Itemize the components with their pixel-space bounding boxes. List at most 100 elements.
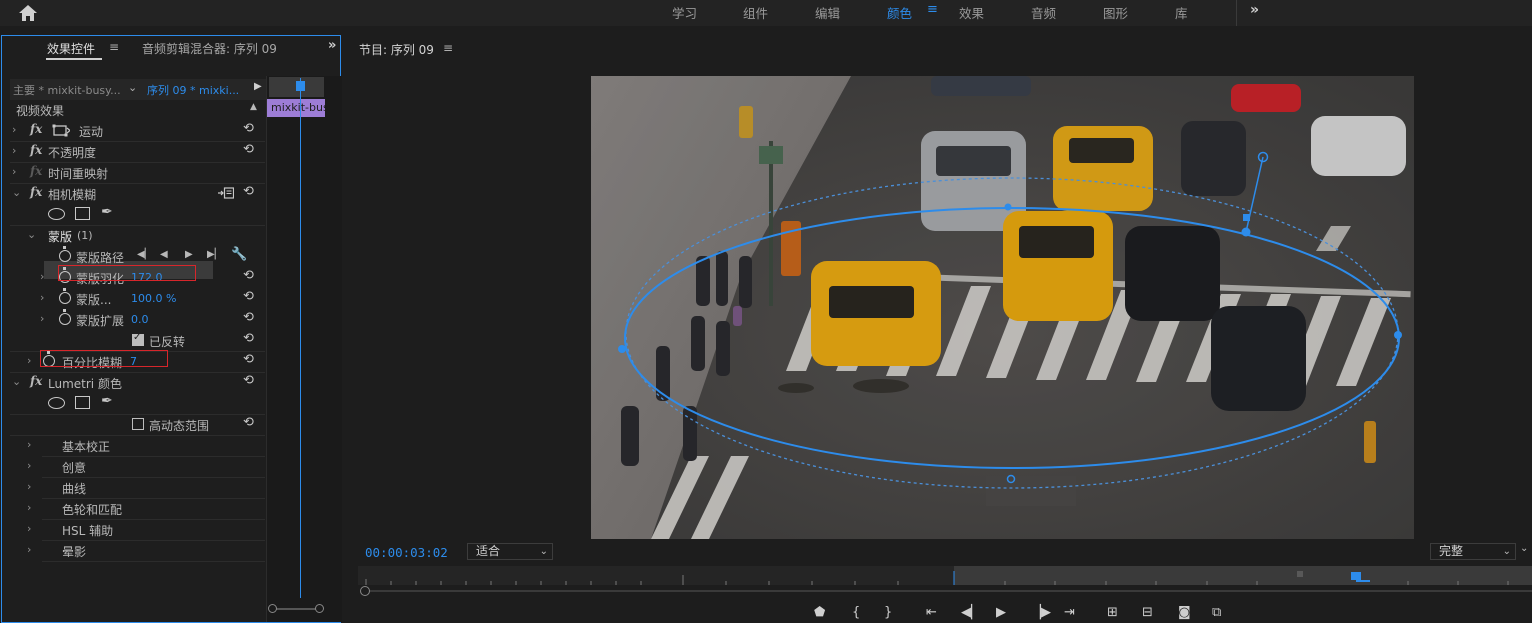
reset-icon[interactable]: ⟲ — [243, 331, 254, 346]
effect-row-camera-blur[interactable]: ⌄ fx 相机模糊 ⟲ — [2, 183, 266, 204]
step-forward-icon[interactable]: ▕▶ — [1031, 605, 1051, 620]
master-clip-label[interactable]: 主要 * mixkit-busy... — [13, 82, 121, 98]
chevron-right-icon[interactable]: › — [27, 501, 31, 514]
effect-row-opacity[interactable]: › fx 不透明度 ⟲ — [2, 141, 266, 162]
mask-expansion-row[interactable]: › 蒙版扩展 0.0 ⟲ — [2, 309, 266, 330]
reset-icon[interactable]: ⟲ — [243, 142, 254, 157]
monitor-playhead[interactable] — [1351, 572, 1361, 580]
workspace-tab-audio[interactable]: 音频 — [1031, 3, 1056, 22]
chevron-right-icon[interactable]: › — [40, 270, 44, 283]
effect-row-time-remap[interactable]: › fx 时间重映射 — [2, 162, 266, 183]
chevron-right-icon[interactable]: › — [27, 438, 31, 451]
ellipse-mask-icon[interactable] — [48, 397, 65, 409]
play-icon[interactable]: ▶ — [996, 605, 1006, 620]
transform-icon[interactable] — [52, 124, 70, 137]
playhead-handle[interactable] — [296, 81, 305, 91]
chevron-right-icon[interactable]: › — [12, 144, 16, 157]
chevron-down-icon[interactable]: ⌄ — [27, 228, 36, 241]
home-icon[interactable] — [18, 4, 38, 22]
program-monitor-title[interactable]: 节目: 序列 09 — [359, 41, 434, 58]
lumetri-basic-correction-row[interactable]: › 基本校正 — [2, 435, 266, 456]
effect-row-motion[interactable]: › fx 运动 ⟲ — [2, 120, 266, 141]
workspace-overflow-icon[interactable]: » — [1250, 2, 1259, 18]
track-forward-icon[interactable]: ▶ — [185, 249, 193, 260]
chevron-right-icon[interactable]: › — [27, 522, 31, 535]
lumetri-curves-row[interactable]: › 曲线 — [2, 477, 266, 498]
effect-row-lumetri[interactable]: ⌄ fx Lumetri 颜色 ⟲ — [2, 372, 266, 393]
scrollbar-handle-right[interactable] — [315, 604, 324, 613]
monitor-zoom-scrollbar[interactable] — [366, 590, 1532, 592]
add-marker-icon[interactable]: ⬟ — [814, 605, 825, 620]
reset-icon[interactable]: ⟲ — [243, 373, 254, 388]
track-backward-icon[interactable]: ◀ — [160, 249, 168, 260]
stopwatch-icon[interactable] — [59, 288, 71, 304]
workspace-tab-color[interactable]: 颜色 — [887, 3, 912, 22]
workspace-tab-learn[interactable]: 学习 — [672, 3, 697, 22]
chevron-right-icon[interactable]: › — [40, 291, 44, 304]
scroll-up-icon[interactable]: ▲ — [250, 102, 257, 112]
chevron-right-icon[interactable]: › — [27, 480, 31, 493]
step-back-icon[interactable]: ◀▏ — [961, 605, 981, 620]
chevron-right-icon[interactable]: › — [27, 459, 31, 472]
workspace-tab-libraries[interactable]: 库 — [1175, 3, 1188, 22]
go-to-in-icon[interactable]: ⇤ — [926, 605, 937, 620]
chevron-down-icon[interactable]: ⌄ — [128, 81, 137, 94]
panel-overflow-icon[interactable]: » — [328, 38, 336, 53]
rectangle-mask-icon[interactable] — [75, 207, 90, 220]
play-triangle-icon[interactable]: ▶ — [254, 81, 262, 92]
pen-mask-icon[interactable]: ✒ — [101, 204, 113, 220]
mark-out-icon[interactable]: } — [884, 605, 892, 620]
pen-mask-icon[interactable]: ✒ — [101, 393, 113, 409]
reset-icon[interactable]: ⟲ — [243, 268, 254, 283]
tab-effect-controls[interactable]: 效果控件 — [47, 40, 95, 57]
lumetri-hsl-row[interactable]: › HSL 辅助 — [2, 519, 266, 540]
lumetri-vignette-row[interactable]: › 晕影 — [2, 540, 266, 561]
move-to-effect-icon[interactable] — [218, 187, 234, 199]
reset-icon[interactable]: ⟲ — [243, 289, 254, 304]
rectangle-mask-icon[interactable] — [75, 396, 90, 409]
wrench-icon[interactable]: 🔧 — [231, 247, 247, 262]
scrollbar-handle-left[interactable] — [268, 604, 277, 613]
mask-opacity-value[interactable]: 100.0 % — [131, 292, 176, 305]
workspace-tab-assembly[interactable]: 组件 — [743, 3, 768, 22]
lift-icon[interactable]: ⊞ — [1107, 605, 1118, 620]
comparison-view-icon[interactable]: ⧉ — [1212, 605, 1221, 620]
track-backward-one-icon[interactable]: ◀▏ — [137, 249, 152, 260]
mask-path-row[interactable]: 蒙版路径 ◀▏ ◀ ▶ ▶▏ 🔧 — [2, 246, 266, 267]
mask-opacity-row[interactable]: › 蒙版... 100.0 % ⟲ — [2, 288, 266, 309]
playhead-timecode[interactable]: 00:00:03:02 — [365, 545, 448, 560]
go-to-out-icon[interactable]: ⇥ — [1064, 605, 1075, 620]
reset-icon[interactable]: ⟲ — [243, 184, 254, 199]
extract-icon[interactable]: ⊟ — [1142, 605, 1153, 620]
workspace-tab-editing[interactable]: 编辑 — [815, 3, 840, 22]
reset-icon[interactable]: ⟲ — [243, 415, 254, 430]
chevron-right-icon[interactable]: › — [12, 165, 16, 178]
fx-icon[interactable]: fx — [30, 122, 42, 136]
reset-icon[interactable]: ⟲ — [243, 352, 254, 367]
sequence-clip-label[interactable]: 序列 09 * mixki... — [147, 82, 239, 98]
reset-icon[interactable]: ⟲ — [243, 310, 254, 325]
track-forward-one-icon[interactable]: ▶▏ — [207, 249, 222, 260]
chevron-right-icon[interactable]: › — [12, 123, 16, 136]
timeline-clip[interactable]: mixkit-bus — [267, 99, 325, 117]
ellipse-mask-icon[interactable] — [48, 208, 65, 220]
timeline-scrollbar[interactable] — [271, 608, 319, 610]
mask-row[interactable]: ⌄ 蒙版 (1) — [2, 225, 266, 246]
workspace-tab-effects[interactable]: 效果 — [959, 3, 984, 22]
fx-icon[interactable]: fx — [30, 185, 42, 199]
workspace-tab-graphics[interactable]: 图形 — [1103, 3, 1128, 22]
scrollbar-handle[interactable] — [360, 586, 370, 596]
chevron-down-icon[interactable]: ⌄ — [12, 186, 21, 199]
chevron-right-icon[interactable]: › — [27, 543, 31, 556]
stopwatch-icon[interactable] — [59, 246, 71, 262]
fx-icon[interactable]: fx — [30, 143, 42, 157]
lumetri-color-wheels-row[interactable]: › 色轮和匹配 — [2, 498, 266, 519]
fx-icon[interactable]: fx — [30, 374, 42, 388]
tab-audio-clip-mixer[interactable]: 音频剪辑混合器: 序列 09 — [142, 40, 277, 57]
playback-resolution-dropdown[interactable]: 完整 ⌄ — [1430, 543, 1516, 560]
chevron-down-icon[interactable]: ⌄ — [12, 375, 21, 388]
mask-overlay[interactable] — [560, 150, 1460, 510]
fit-dropdown[interactable]: 适合 ⌄ — [467, 543, 553, 560]
panel-menu-icon[interactable]: ≡ — [109, 40, 119, 54]
chevron-right-icon[interactable]: › — [40, 312, 44, 325]
